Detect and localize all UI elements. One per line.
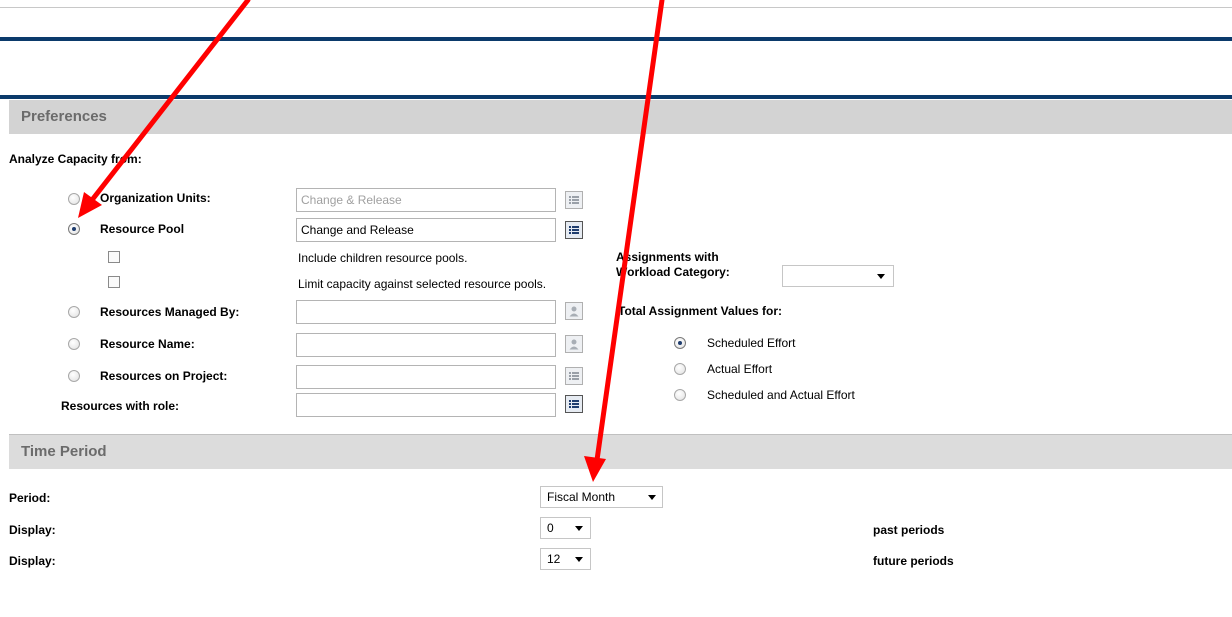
annotation-arrows [78,0,665,482]
arrow-to-resource-pool-head [78,192,102,218]
arrow-to-period [594,0,665,463]
arrow-to-period-head [584,456,606,482]
arrow-to-resource-pool [89,0,251,203]
